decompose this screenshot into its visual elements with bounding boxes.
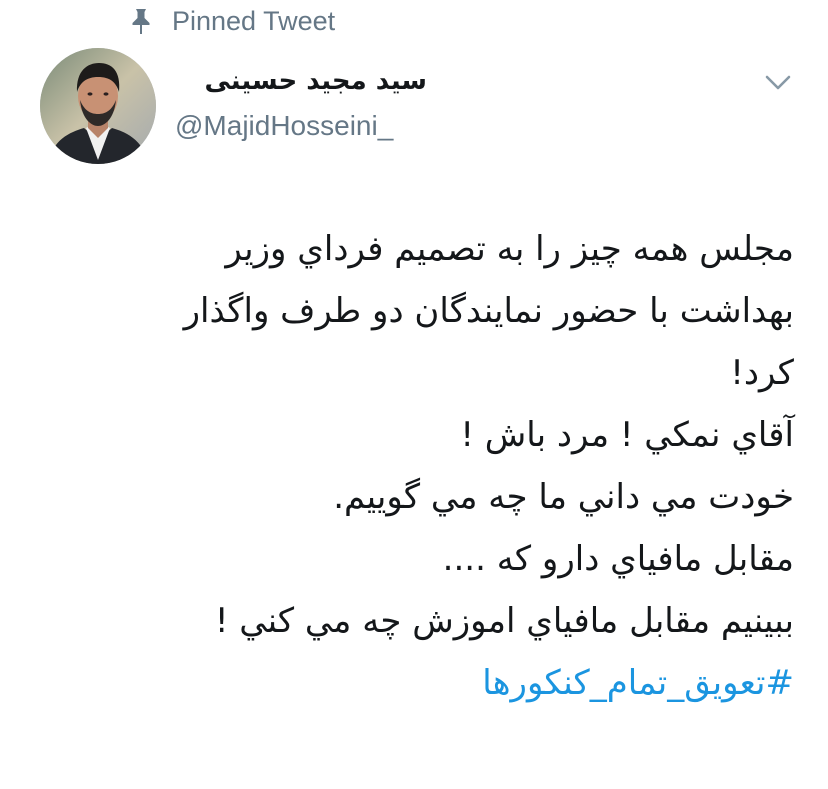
tweet-text: مجلس همه چيز را به تصميم فرداي وزير بهدا…	[30, 218, 794, 714]
pinned-tweet-indicator: Pinned Tweet	[128, 2, 335, 40]
tweet-line: ببينيم مقابل مافياي اموزش چه مي کني !	[214, 601, 794, 641]
tweet-line: آقاي نمکي ! مرد باش !	[460, 415, 794, 455]
tweet-line: مجلس همه چيز را به تصميم فرداي وزير	[225, 229, 794, 269]
tweet-line: خودت مي داني ما چه مي گوييم.	[333, 477, 794, 517]
author-display-name[interactable]: سید مجید حسینی	[175, 64, 428, 98]
chevron-down-icon	[764, 74, 792, 96]
tweet-line: بهداشت با حضور نمايندگان دو طرف واگذار	[183, 291, 794, 331]
tweet-line: مقابل مافياي دارو که ....	[442, 539, 794, 579]
author-handle[interactable]: @MajidHosseini_	[175, 110, 393, 142]
avatar[interactable]	[40, 48, 156, 164]
tweet-line: کرد!	[730, 353, 794, 393]
tweet-menu-button[interactable]	[760, 70, 796, 100]
pinned-tweet-label: Pinned Tweet	[172, 5, 336, 36]
pin-icon	[128, 6, 154, 36]
hashtag-link[interactable]: #تعويق_تمام_کنکورها	[30, 652, 794, 714]
